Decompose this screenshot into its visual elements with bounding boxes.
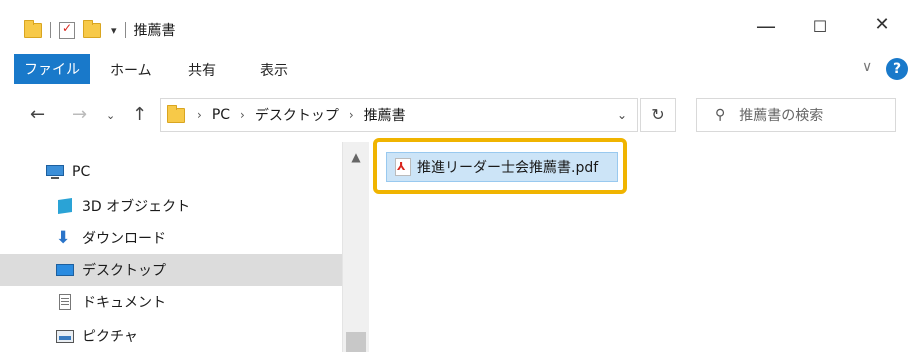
customize-toolbar-icon[interactable]: ▾ [111, 24, 117, 37]
nav-item-pc[interactable]: PC [0, 156, 342, 188]
recent-locations-chevron-icon[interactable]: ⌄ [106, 109, 115, 122]
desktop-icon [56, 262, 74, 278]
window-title: 推薦書 [133, 23, 176, 39]
pc-icon [46, 164, 64, 180]
expand-ribbon-icon[interactable]: ∨ [862, 59, 872, 75]
nav-item-label: ピクチャ [82, 329, 138, 345]
tab-view[interactable]: 表示 [260, 60, 288, 80]
back-arrow-icon[interactable]: ← [30, 104, 45, 125]
forward-arrow-icon[interactable]: → [72, 104, 87, 125]
new-folder-icon[interactable] [83, 19, 101, 38]
close-button[interactable]: ✕ [862, 14, 902, 35]
nav-item-desktop[interactable]: デスクトップ [0, 254, 342, 286]
breadcrumb-pc[interactable]: PC [212, 107, 230, 123]
documents-icon [56, 294, 74, 310]
scroll-up-arrow-icon[interactable]: ▲ [343, 150, 369, 164]
help-icon[interactable]: ? [886, 58, 908, 80]
tab-share[interactable]: 共有 [188, 60, 216, 80]
nav-item-label: デスクトップ [82, 263, 166, 279]
tab-home[interactable]: ホーム [110, 60, 152, 80]
search-icon: ⚲ [715, 107, 726, 123]
nav-item-label: 3D オブジェクト [82, 199, 191, 215]
address-dropdown-icon[interactable]: ⌄ [617, 108, 627, 122]
folder-icon [24, 19, 42, 38]
refresh-button[interactable]: ↻ [640, 98, 676, 132]
separator [50, 22, 51, 38]
maximize-button[interactable]: ☐ [800, 17, 840, 36]
file-item-pdf[interactable]: ⅄ 推進リーダー士会推薦書.pdf [386, 152, 618, 182]
nav-item-pictures[interactable]: ピクチャ [0, 320, 342, 352]
file-name: 推進リーダー士会推薦書.pdf [417, 160, 599, 176]
scrollbar-thumb[interactable] [346, 332, 366, 352]
minimize-button[interactable]: — [746, 14, 786, 38]
up-arrow-icon[interactable]: ↑ [132, 104, 147, 125]
nav-item-label: PC [72, 164, 91, 180]
nav-item-downloads[interactable]: ⬇ ダウンロード [0, 222, 342, 254]
3d-objects-icon [56, 198, 74, 214]
folder-icon [167, 104, 185, 123]
pdf-file-icon: ⅄ [395, 158, 411, 176]
nav-item-documents[interactable]: ドキュメント [0, 286, 342, 318]
chevron-right-icon[interactable]: › [240, 108, 245, 122]
separator [124, 22, 126, 38]
breadcrumb-desktop[interactable]: デスクトップ [255, 105, 339, 125]
navigation-pane: PC 3D オブジェクト ⬇ ダウンロード デスクトップ ドキュメント ピクチャ [0, 142, 342, 352]
properties-icon[interactable]: ✓ [59, 21, 75, 39]
address-bar[interactable]: › PC › デスクトップ › 推薦書 ⌄ [160, 98, 638, 132]
nav-item-3d-objects[interactable]: 3D オブジェクト [0, 190, 342, 222]
ribbon: ファイル ホーム 共有 表示 ∨ ? [0, 52, 908, 89]
pictures-icon [56, 328, 74, 344]
search-input[interactable]: ⚲ 推薦書の検索 [696, 98, 896, 132]
nav-item-label: ダウンロード [82, 231, 166, 247]
navigation-bar: ← → ⌄ ↑ › PC › デスクトップ › 推薦書 ⌄ ↻ ⚲ 推薦書の検索 [0, 88, 908, 142]
breadcrumb-current[interactable]: 推薦書 [364, 105, 406, 125]
chevron-right-icon[interactable]: › [197, 108, 202, 122]
chevron-right-icon[interactable]: › [349, 108, 354, 122]
nav-pane-scrollbar[interactable]: ▲ [342, 142, 369, 352]
search-placeholder: 推薦書の検索 [739, 108, 824, 124]
nav-item-label: ドキュメント [82, 295, 166, 311]
quick-access-toolbar: ✓ ▾ 推薦書 [24, 19, 176, 40]
download-icon: ⬇ [56, 228, 71, 248]
tab-file[interactable]: ファイル [14, 54, 90, 84]
title-bar: ✓ ▾ 推薦書 — ☐ ✕ [0, 0, 908, 53]
